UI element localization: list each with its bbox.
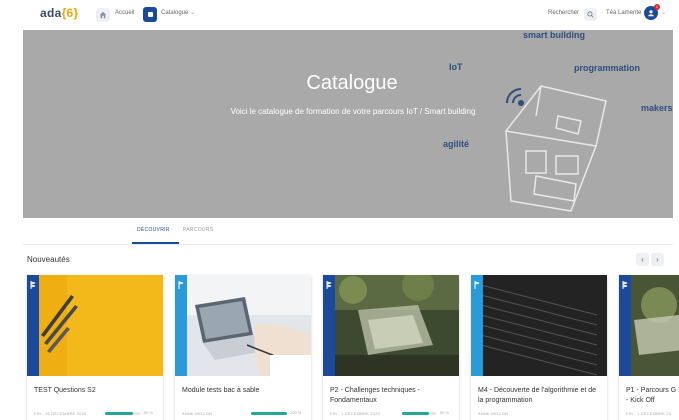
keyword-agilite: agilité — [443, 139, 470, 149]
progress-bar — [251, 412, 287, 415]
course-type-strip — [619, 275, 631, 376]
search-button[interactable] — [584, 8, 597, 21]
logo-text: ada — [40, 6, 62, 20]
user-menu-chevron-icon[interactable]: ⌄ — [661, 9, 666, 16]
keyword-iot: IoT — [449, 62, 463, 72]
chevron-down-icon[interactable]: ⌄ — [190, 9, 195, 16]
page: ada{6} Accueil Catalogue ⌄ Rechercher Té… — [0, 0, 679, 420]
card-title: P1 - Parcours G - Kick Off — [626, 387, 677, 404]
course-card[interactable]: TEST Questions S2 FIN : 26 DÉCEMBRE 2020… — [27, 275, 163, 420]
catalogue-banner: smart building IoT programmation makers … — [23, 30, 673, 218]
card-image — [471, 275, 607, 376]
card-meta: ANNE BELLON — [182, 411, 213, 416]
progress-text: 80 % — [144, 410, 154, 415]
keyword-smart-building: smart building — [523, 30, 586, 40]
course-type-strip — [27, 275, 39, 376]
course-type-strip — [323, 275, 335, 376]
flag-icon — [622, 281, 628, 289]
course-card[interactable]: M4 - Découverte de l'algorithmie et de l… — [471, 275, 607, 420]
top-nav: ada{6} Accueil Catalogue ⌄ Rechercher Té… — [0, 0, 679, 30]
nav-accueil-link[interactable]: Accueil — [115, 10, 134, 16]
flag-icon — [326, 281, 332, 289]
card-image — [27, 275, 163, 376]
progress-fill — [251, 412, 287, 415]
card-title: Module tests bac à sable — [182, 387, 260, 394]
search-label[interactable]: Rechercher — [548, 10, 579, 16]
card-title: P2 - Challenges techniques - Fondamentau… — [330, 387, 420, 404]
catalogue-icon[interactable] — [143, 7, 157, 22]
banner-subtitle: Voici le catalogue de formation de votre… — [230, 107, 476, 116]
user-icon — [648, 10, 654, 17]
course-type-strip — [175, 275, 187, 376]
flag-icon — [178, 281, 184, 289]
carousel-next-button[interactable]: › — [651, 253, 664, 266]
carousel-prev-button[interactable]: ‹ — [636, 253, 649, 266]
progress-text: 80 % — [440, 410, 450, 415]
smart-house-illustration — [504, 85, 607, 212]
logo[interactable]: ada{6} — [40, 6, 79, 20]
card-image — [175, 275, 311, 376]
home-icon — [99, 11, 107, 19]
flag-icon — [30, 281, 36, 289]
card-meta: ANNE BELLON — [478, 411, 509, 416]
progress-fill — [105, 412, 133, 415]
flag-icon — [474, 281, 480, 289]
card-title: M4 - Découverte de l'algorithmie et de l… — [478, 387, 597, 404]
nav-catalogue-link[interactable]: Catalogue — [161, 10, 188, 16]
search-icon — [587, 11, 594, 18]
active-tab-indicator — [132, 242, 179, 244]
tab-decouvrir[interactable]: DÉCOUVRIR — [137, 227, 170, 233]
card-image — [323, 275, 459, 376]
course-card[interactable]: P1 - Parcours G - Kick Off FIN : 1 DÉCEM… — [619, 275, 679, 420]
card-meta: FIN : 1 DÉCEMBRE 20 — [626, 411, 672, 416]
card-title: TEST Questions S2 — [34, 387, 96, 394]
progress-bar — [402, 412, 436, 415]
progress-bar — [105, 412, 140, 415]
keyword-makers: makers — [641, 103, 673, 113]
card-meta: FIN : 1 DÉCEMBRE 2020 — [330, 411, 380, 416]
section-title: Nouveautés — [27, 255, 70, 264]
tab-bar: DÉCOUVRIR PARCOURS — [23, 218, 673, 245]
tab-parcours[interactable]: PARCOURS — [183, 227, 213, 233]
course-card[interactable]: P2 - Challenges techniques - Fondamentau… — [323, 275, 459, 420]
course-card[interactable]: Module tests bac à sable ANNE BELLON 100… — [175, 275, 311, 420]
progress-text: 100 % — [290, 410, 302, 415]
page-title: Catalogue — [306, 72, 398, 94]
card-meta: FIN : 26 DÉCEMBRE 2020 — [34, 411, 87, 416]
user-name[interactable]: Téa Lamente — [606, 10, 641, 16]
logo-suffix: {6} — [61, 6, 79, 20]
notification-badge: 1 — [654, 4, 660, 10]
home-button[interactable] — [96, 8, 110, 22]
progress-fill — [402, 412, 430, 415]
course-type-strip — [471, 275, 483, 376]
